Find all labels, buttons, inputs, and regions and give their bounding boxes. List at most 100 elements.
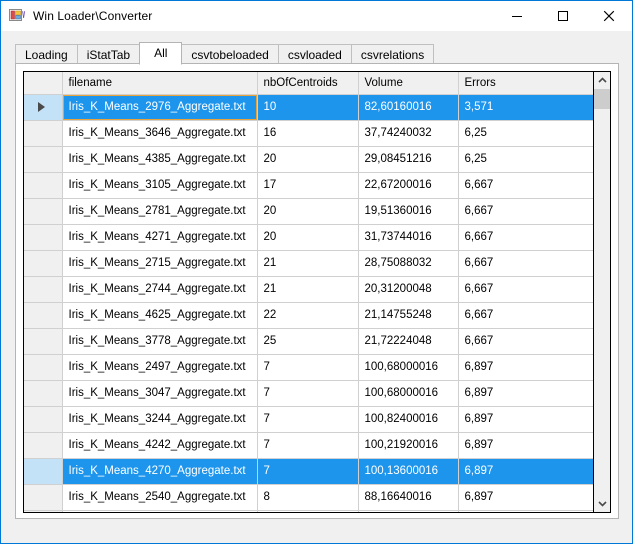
row-header-cell[interactable] [24, 432, 63, 459]
cell-errors[interactable]: 6,25 [458, 146, 594, 173]
table-row[interactable]: Iris_K_Means_4270_Aggregate.txt 7 100,1360… [24, 458, 594, 485]
cell-nbofcentroids[interactable]: 7 [257, 406, 359, 433]
tab-csvrelations[interactable]: csvrelations [350, 44, 435, 64]
data-grid-view[interactable]: filename nbOfCentroids Volume Errors Iri… [23, 71, 611, 513]
cell-filename[interactable]: Iris_K_Means_3047_Aggregate.txt [62, 380, 258, 407]
column-header-volume[interactable]: Volume [358, 72, 459, 95]
table-row[interactable]: Iris_K_Means_4271_Aggregate.txt 20 31,7374… [24, 224, 594, 251]
table-row[interactable]: Iris_K_Means_2715_Aggregate.txt 21 28,7508… [24, 250, 594, 277]
table-row[interactable]: Iris_K_Means_3646_Aggregate.txt 16 37,7424… [24, 120, 594, 147]
cell-volume[interactable]: 100,21920016 [358, 432, 459, 459]
cell-nbofcentroids[interactable]: 25 [257, 328, 359, 355]
cell-filename[interactable]: Iris_K_Means_2744_Aggregate.txt [62, 276, 258, 303]
cell-errors[interactable]: 6,897 [458, 354, 594, 381]
tab-loading[interactable]: Loading [15, 44, 78, 64]
cell-errors[interactable]: 6,25 [458, 120, 594, 147]
cell-volume[interactable]: 88,16640016 [358, 484, 459, 511]
cell-filename[interactable]: Iris_K_Means_4625_Aggregate.txt [62, 302, 258, 329]
column-header-nbofcentroids[interactable]: nbOfCentroids [257, 72, 359, 95]
cell-volume[interactable]: 21,14755248 [358, 302, 459, 329]
cell-nbofcentroids[interactable]: 7 [257, 354, 359, 381]
cell-filename[interactable]: Iris_K_Means_4270_Aggregate.txt [62, 458, 258, 485]
tab-all[interactable]: All [139, 42, 183, 65]
table-row[interactable]: Iris_K_Means_2540_Aggregate.txt 8 88,16640… [24, 484, 594, 511]
row-header-cell[interactable] [24, 302, 63, 329]
row-header-cell[interactable] [24, 276, 63, 303]
scroll-up-button[interactable] [594, 72, 610, 89]
row-header-cell[interactable] [24, 510, 63, 512]
cell-volume[interactable]: 22,67200016 [358, 172, 459, 199]
cell-volume[interactable]: 100,68000016 [358, 380, 459, 407]
cell-volume[interactable]: 100,82400016 [358, 406, 459, 433]
row-header-cell[interactable] [24, 94, 63, 121]
cell-errors[interactable]: 6,897 [458, 432, 594, 459]
cell-volume[interactable]: 31,73744016 [358, 224, 459, 251]
cell-errors[interactable]: 6,897 [458, 510, 594, 512]
row-header-cell[interactable] [24, 380, 63, 407]
table-row[interactable]: Iris_K_Means_2976_Aggregate.txt 10 82,6016… [24, 94, 594, 121]
cell-nbofcentroids[interactable]: 8 [257, 510, 359, 512]
row-header-cell[interactable] [24, 354, 63, 381]
row-header-cell[interactable] [24, 250, 63, 277]
cell-nbofcentroids[interactable]: 22 [257, 302, 359, 329]
grid-vertical-scrollbar[interactable] [593, 72, 610, 512]
cell-volume[interactable]: 20,31200048 [358, 276, 459, 303]
row-header-cell[interactable] [24, 120, 63, 147]
table-row[interactable]: Iris_K_Means_4385_Aggregate.txt 20 29,0845… [24, 146, 594, 173]
cell-volume[interactable]: 37,74240032 [358, 120, 459, 147]
cell-filename[interactable]: Iris_K_Means_2540_Aggregate.txt [62, 484, 258, 511]
cell-errors[interactable]: 6,897 [458, 484, 594, 511]
row-header-cell[interactable] [24, 172, 63, 199]
table-row[interactable]: Iris_K_Means_2781_Aggregate.txt 20 19,5136… [24, 198, 594, 225]
cell-errors[interactable]: 6,897 [458, 458, 594, 485]
cell-volume[interactable]: 29,08451216 [358, 146, 459, 173]
cell-errors[interactable]: 6,667 [458, 328, 594, 355]
cell-errors[interactable]: 6,667 [458, 198, 594, 225]
minimize-button[interactable] [494, 1, 540, 31]
row-header-cell[interactable] [24, 224, 63, 251]
tab-csvloaded[interactable]: csvloaded [277, 44, 352, 64]
cell-nbofcentroids[interactable]: 21 [257, 250, 359, 277]
cell-filename[interactable]: Iris_K_Means_2781_Aggregate.txt [62, 198, 258, 225]
tab-istattab[interactable]: iStatTab [76, 44, 141, 64]
table-row[interactable]: Iris_K_Means_3244_Aggregate.txt 7 100,8240… [24, 406, 594, 433]
row-header-cell[interactable] [24, 484, 63, 511]
close-button[interactable] [586, 1, 632, 31]
tab-csvtobeloaded[interactable]: csvtobeloaded [181, 44, 279, 64]
cell-nbofcentroids[interactable]: 7 [257, 458, 359, 485]
cell-filename[interactable]: Iris_K_Means_4271_Aggregate.txt [62, 224, 258, 251]
table-row[interactable]: Iris_K_Means_3778_Aggregate.txt 25 21,7222… [24, 328, 594, 355]
cell-errors[interactable]: 6,667 [458, 224, 594, 251]
table-row[interactable]: Iris_K_Means_2568_Aggregate.txt888,23200… [24, 510, 594, 512]
cell-filename[interactable]: Iris_K_Means_2976_Aggregate.txt [62, 94, 258, 121]
table-row[interactable]: Iris_K_Means_4242_Aggregate.txt 7 100,2192… [24, 432, 594, 459]
cell-errors[interactable]: 6,897 [458, 380, 594, 407]
cell-volume[interactable]: 88,23200016 [358, 510, 459, 512]
cell-volume[interactable]: 82,60160016 [358, 94, 459, 121]
cell-errors[interactable]: 6,897 [458, 406, 594, 433]
row-header-cell[interactable] [24, 458, 63, 485]
row-header-cell[interactable] [24, 146, 63, 173]
cell-volume[interactable]: 21,72224048 [358, 328, 459, 355]
cell-nbofcentroids[interactable]: 20 [257, 224, 359, 251]
table-row[interactable]: Iris_K_Means_2744_Aggregate.txt 21 20,3120… [24, 276, 594, 303]
cell-errors[interactable]: 6,667 [458, 250, 594, 277]
maximize-button[interactable] [540, 1, 586, 31]
cell-filename[interactable]: Iris_K_Means_2497_Aggregate.txt [62, 354, 258, 381]
cell-nbofcentroids[interactable]: 20 [257, 146, 359, 173]
cell-errors[interactable]: 6,667 [458, 172, 594, 199]
cell-nbofcentroids[interactable]: 10 [257, 94, 359, 121]
row-header-corner[interactable] [24, 72, 63, 95]
cell-filename[interactable]: Iris_K_Means_3244_Aggregate.txt [62, 406, 258, 433]
row-header-cell[interactable] [24, 406, 63, 433]
cell-volume[interactable]: 28,75088032 [358, 250, 459, 277]
table-row[interactable]: Iris_K_Means_4625_Aggregate.txt 22 21,1475… [24, 302, 594, 329]
row-header-cell[interactable] [24, 198, 63, 225]
scroll-down-button[interactable] [594, 495, 610, 512]
cell-nbofcentroids[interactable]: 16 [257, 120, 359, 147]
cell-filename[interactable]: Iris_K_Means_3778_Aggregate.txt [62, 328, 258, 355]
cell-nbofcentroids[interactable]: 21 [257, 276, 359, 303]
table-row[interactable]: Iris_K_Means_2497_Aggregate.txt 7 100,6800… [24, 354, 594, 381]
cell-filename[interactable]: Iris_K_Means_2568_Aggregate.txt [62, 510, 258, 512]
cell-errors[interactable]: 6,667 [458, 302, 594, 329]
